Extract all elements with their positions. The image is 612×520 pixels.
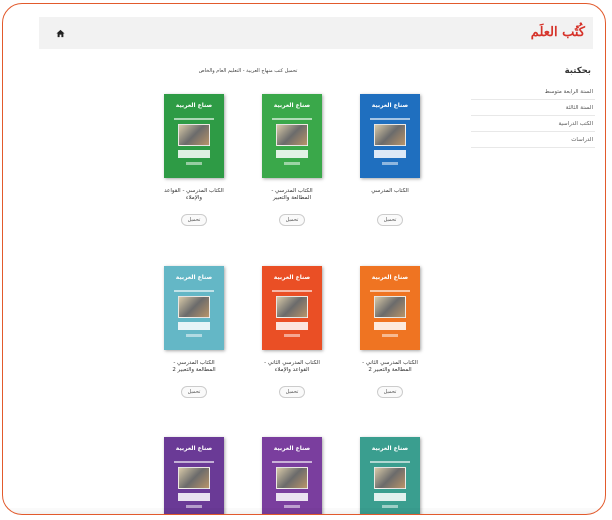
download-button[interactable]: تحميل (377, 214, 403, 226)
download-button[interactable]: تحميل (279, 386, 305, 398)
cover-band (370, 461, 410, 463)
cover-sub2 (284, 334, 300, 337)
cover-sub2 (382, 334, 398, 337)
cover-sub2 (186, 505, 202, 508)
cover-sub (374, 322, 406, 330)
cover-photo (374, 124, 406, 146)
book-cover[interactable]: صناع العربية (360, 94, 420, 178)
cover-sub2 (186, 162, 202, 165)
book-cover[interactable]: صناع العربية (360, 437, 420, 514)
book-cover[interactable]: صناع العربية (360, 266, 420, 350)
top-bar: كُتُب العلَم (39, 17, 593, 49)
cover-band (370, 118, 410, 120)
cover-band (174, 290, 214, 292)
book-caption[interactable]: الكتاب المدرسي الثاني - القواعد والإملاء (259, 360, 325, 378)
app-frame: كُتُب العلَم بحكتبة السنة الرابعة متوسط … (2, 3, 606, 515)
cover-photo (374, 467, 406, 489)
cover-sub (276, 150, 308, 158)
book-card[interactable]: صناع العربية (357, 437, 423, 514)
book-cover[interactable]: صناع العربية (262, 266, 322, 350)
book-card[interactable]: صناع العربية (259, 437, 325, 514)
cover-sub2 (382, 162, 398, 165)
download-button[interactable]: تحميل (181, 386, 207, 398)
book-cover[interactable]: صناع العربية (164, 437, 224, 514)
book-cover[interactable]: صناع العربية (164, 266, 224, 350)
cover-band (174, 461, 214, 463)
sidebar: بحكتبة السنة الرابعة متوسط السنة الثالثة… (471, 66, 595, 148)
cover-photo (178, 467, 210, 489)
book-card[interactable]: صناع العربية (161, 437, 227, 514)
sidebar-item[interactable]: السنة الرابعة متوسط (471, 84, 595, 100)
book-cover-title: صناع العربية (273, 445, 311, 452)
cover-sub (374, 150, 406, 158)
cover-band (272, 118, 312, 120)
cover-sub2 (284, 162, 300, 165)
home-button[interactable] (53, 26, 67, 40)
cover-sub (178, 493, 210, 501)
book-cover-title: صناع العربية (273, 274, 311, 281)
book-card[interactable]: صناع العربية الكتاب المدرسي الثاني - القو… (259, 266, 325, 398)
book-card[interactable]: صناع العربية الكتاب المدرسي - المطالعة وا… (161, 266, 227, 398)
book-caption[interactable]: الكتاب المدرسي الثاني - المطالعة والتعبي… (357, 360, 423, 378)
cover-sub (276, 493, 308, 501)
book-cover-title: صناع العربية (175, 102, 213, 109)
cover-photo (276, 296, 308, 318)
book-cover[interactable]: صناع العربية (262, 437, 322, 514)
cover-sub2 (284, 505, 300, 508)
cover-sub (276, 322, 308, 330)
site-logo[interactable]: كُتُب العلَم (531, 17, 593, 49)
download-button[interactable]: تحميل (279, 214, 305, 226)
book-card[interactable]: صناع العربية الكتاب المدرسي تحميل (357, 94, 423, 226)
sidebar-list: السنة الرابعة متوسط السنة الثالثة الكتب … (471, 84, 595, 148)
cover-photo (374, 296, 406, 318)
book-cover[interactable]: صناع العربية (164, 94, 224, 178)
cover-band (174, 118, 214, 120)
sidebar-item[interactable]: الكتب الدراسية (471, 116, 595, 132)
book-card[interactable]: صناع العربية الكتاب المدرسي - القواعد وال… (161, 94, 227, 226)
cover-sub2 (382, 505, 398, 508)
book-cover-title: صناع العربية (175, 274, 213, 281)
book-cover[interactable]: صناع العربية (262, 94, 322, 178)
book-caption[interactable]: الكتاب المدرسي (357, 188, 423, 206)
book-card[interactable]: صناع العربية الكتاب المدرسي الثاني - المط… (357, 266, 423, 398)
cover-band (272, 290, 312, 292)
book-caption[interactable]: الكتاب المدرسي - القواعد والإملاء (161, 188, 227, 206)
cover-photo (276, 467, 308, 489)
sidebar-item[interactable]: السنة الثالثة (471, 100, 595, 116)
book-cover-title: صناع العربية (273, 102, 311, 109)
home-icon (55, 29, 65, 37)
cover-band (370, 290, 410, 292)
book-cover-title: صناع العربية (371, 274, 409, 281)
book-cover-title: صناع العربية (371, 445, 409, 452)
cover-sub (178, 322, 210, 330)
cover-sub (374, 493, 406, 501)
sidebar-title: بحكتبة (564, 66, 591, 76)
book-caption[interactable]: الكتاب المدرسي - المطالعة والتعبير 2 (161, 360, 227, 378)
book-cover-title: صناع العربية (371, 102, 409, 109)
cover-photo (178, 296, 210, 318)
cover-band (272, 461, 312, 463)
book-card[interactable]: صناع العربية الكتاب المدرسي - المطالعة وا… (259, 94, 325, 226)
cover-sub (178, 150, 210, 158)
cover-photo (178, 124, 210, 146)
book-caption[interactable]: الكتاب المدرسي - المطالعة والتعبير (259, 188, 325, 206)
cover-sub2 (186, 334, 202, 337)
cover-photo (276, 124, 308, 146)
download-button[interactable]: تحميل (377, 386, 403, 398)
download-button[interactable]: تحميل (181, 214, 207, 226)
intro-text: تحميل كتب منهاج العربية - التعليم العام … (198, 68, 298, 74)
sidebar-item[interactable]: الدراسات (471, 132, 595, 148)
book-cover-title: صناع العربية (175, 445, 213, 452)
